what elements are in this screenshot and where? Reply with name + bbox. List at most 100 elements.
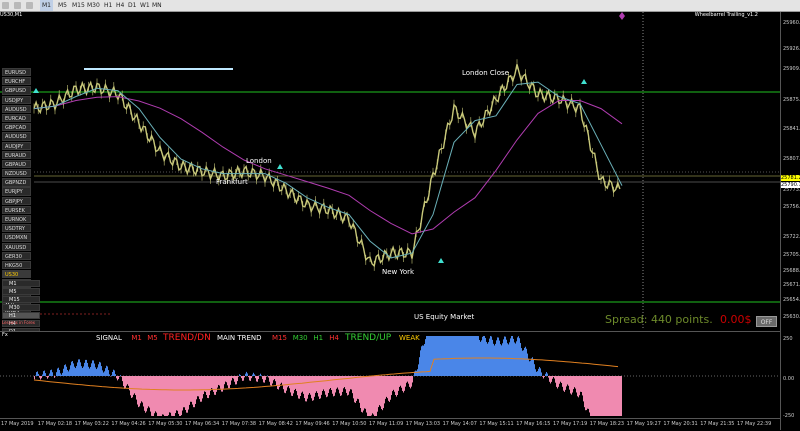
time-tick: 17 May 19:27 (627, 421, 661, 427)
histogram-bar-dn (119, 376, 120, 377)
symbol-button-xauusd[interactable]: XAUUSD (2, 243, 31, 251)
timeframe-button-m5[interactable]: M5 (2, 288, 40, 295)
histogram-bar-dn (559, 376, 560, 384)
histogram-bar-dn (382, 376, 383, 410)
histogram-bar-up (90, 367, 91, 376)
symbol-button-euraud[interactable]: EURAUD (2, 151, 31, 159)
histogram-bar-up (92, 360, 93, 376)
histogram-bar-dn (258, 376, 259, 379)
symbol-button-eurjpy[interactable]: EURJPY (2, 187, 31, 195)
symbol-button-gbpusd[interactable]: GBPUSD (2, 86, 31, 94)
histogram-bar-dn (327, 376, 328, 396)
histogram-bar-dn (568, 376, 569, 386)
symbol-button-hkg50[interactable]: HKG50 (2, 261, 31, 269)
toolbar-tf-m5[interactable]: M5 (56, 0, 69, 11)
histogram-bar-dn (237, 376, 238, 381)
histogram-bar-up (449, 336, 450, 376)
symbol-button-gbpaud[interactable]: GBPAUD (2, 160, 31, 168)
symbol-button-usdtry[interactable]: USDTRY (2, 224, 31, 232)
histogram-bar-dn (614, 376, 615, 416)
timeframe-button-h1[interactable]: H1 (2, 312, 40, 319)
timeframe-button-m30[interactable]: M30 (2, 304, 40, 311)
histogram-bar-up (38, 374, 39, 376)
price-axis[interactable]: 25960.2025926.0025909.7025875.7025841.70… (780, 12, 800, 430)
histogram-bar-dn (314, 376, 315, 397)
histogram-bar-up (89, 369, 90, 376)
time-tick: 17 May 18:23 (590, 421, 624, 427)
histogram-bar-dn (380, 376, 381, 406)
symbol-button-eurnok[interactable]: EURNOK (2, 215, 31, 223)
histogram-bar-dn (575, 376, 576, 389)
symbol-button-ger30[interactable]: GER30 (2, 252, 31, 260)
histogram-bar-up (50, 370, 51, 376)
toolbar-tf-h1[interactable]: H1 (102, 0, 114, 11)
toolbar-tf-m1[interactable]: M1 (40, 0, 53, 11)
symbol-button-us30[interactable]: US30 (2, 270, 31, 278)
chart-grip-icon[interactable] (2, 2, 9, 9)
histogram-bar-dn (401, 376, 402, 388)
histogram-bar-dn (176, 376, 177, 410)
cursor-icon[interactable] (26, 2, 33, 9)
symbol-button-gbpnzd[interactable]: GBPNZD (2, 178, 31, 186)
histogram-bar-up (49, 374, 50, 376)
symbol-button-eurcad[interactable]: EURCAD (2, 114, 31, 122)
histogram-bar-dn (564, 376, 565, 392)
histogram-bar-up (518, 336, 519, 376)
histogram-bar-up (70, 365, 71, 376)
histogram-bar-dn (585, 376, 586, 410)
histogram-bar-up (35, 375, 36, 376)
symbol-button-usdmxn[interactable]: USDMXN (2, 233, 31, 241)
symbol-button-usdjpy[interactable]: USDJPY (2, 96, 31, 104)
histogram-bar-dn (573, 376, 574, 389)
histogram-bar-dn (404, 376, 405, 391)
timeframe-button-m15[interactable]: M15 (2, 296, 40, 303)
histogram-bar-dn (180, 376, 181, 416)
symbol-button-gbpcad[interactable]: GBPCAD (2, 123, 31, 131)
histogram-bar-up (42, 375, 43, 376)
histogram-bar-up (451, 336, 452, 376)
symbol-button-audusd[interactable]: AUDUSD (2, 132, 31, 140)
main-chart-window[interactable]: US30,M1 Wheelbarrel Trailing_v1.2 EURUSD… (0, 12, 780, 330)
histogram-bar-dn (126, 376, 127, 386)
symbol-button-eurchf[interactable]: EURCHF (2, 77, 31, 85)
histogram-bar-dn (224, 376, 225, 384)
histogram-bar-up (240, 375, 241, 376)
histogram-bar-dn (601, 376, 602, 416)
symbol-button-eurusd[interactable]: EURUSD (2, 68, 31, 76)
indicator-subwindow[interactable]: Fx SIGNALM1M5TREND/DNMAIN TRENDM15M30H1H… (0, 331, 780, 419)
price-chart-area[interactable] (0, 12, 780, 330)
histogram-bar-up (547, 373, 548, 376)
histogram-bar-up (437, 336, 438, 376)
toolbar-tf-h4[interactable]: H4 (114, 0, 126, 11)
crosshair-icon[interactable] (14, 2, 21, 9)
histogram-bar-up (484, 336, 485, 376)
symbol-button-audusd[interactable]: AUDUSD (2, 105, 31, 113)
histogram-bar-up (456, 336, 457, 376)
timeframe-button-m1[interactable]: M1 (2, 280, 40, 287)
toolbar-tf-d1[interactable]: D1 (126, 0, 138, 11)
symbol-button-eursek[interactable]: EURSEK (2, 206, 31, 214)
toolbar-tf-mn[interactable]: MN (150, 0, 164, 11)
off-button[interactable]: OFF (756, 316, 777, 327)
toolbar-tf-m30[interactable]: M30 (85, 0, 102, 11)
histogram-bar-dn (157, 376, 158, 416)
session-label-us-equity-market: US Equity Market (414, 313, 474, 321)
histogram-bar-dn (337, 376, 338, 388)
histogram-bar-up (537, 371, 538, 376)
symbol-button-gbpjpy[interactable]: GBPJPY (2, 197, 31, 205)
histogram-bar-dn (603, 376, 604, 416)
histogram-bar-up (494, 345, 495, 376)
histogram-bar-dn (407, 376, 408, 382)
histogram-bar-dn (133, 376, 134, 395)
histogram-bar-dn (368, 376, 369, 416)
price-tick: 25654.70 (783, 297, 800, 303)
histogram-bar-up (435, 336, 436, 376)
histogram-bar-up (439, 336, 440, 376)
signal-header-m30: M30 (293, 334, 308, 342)
histogram-bar-up (501, 345, 502, 376)
histogram-bar-up (457, 336, 458, 376)
histogram-bar-up (415, 371, 416, 376)
histogram-bar-dn (611, 376, 612, 416)
symbol-button-nzdusd[interactable]: NZDUSD (2, 169, 31, 177)
symbol-button-audjpy[interactable]: AUDJPY (2, 142, 31, 150)
